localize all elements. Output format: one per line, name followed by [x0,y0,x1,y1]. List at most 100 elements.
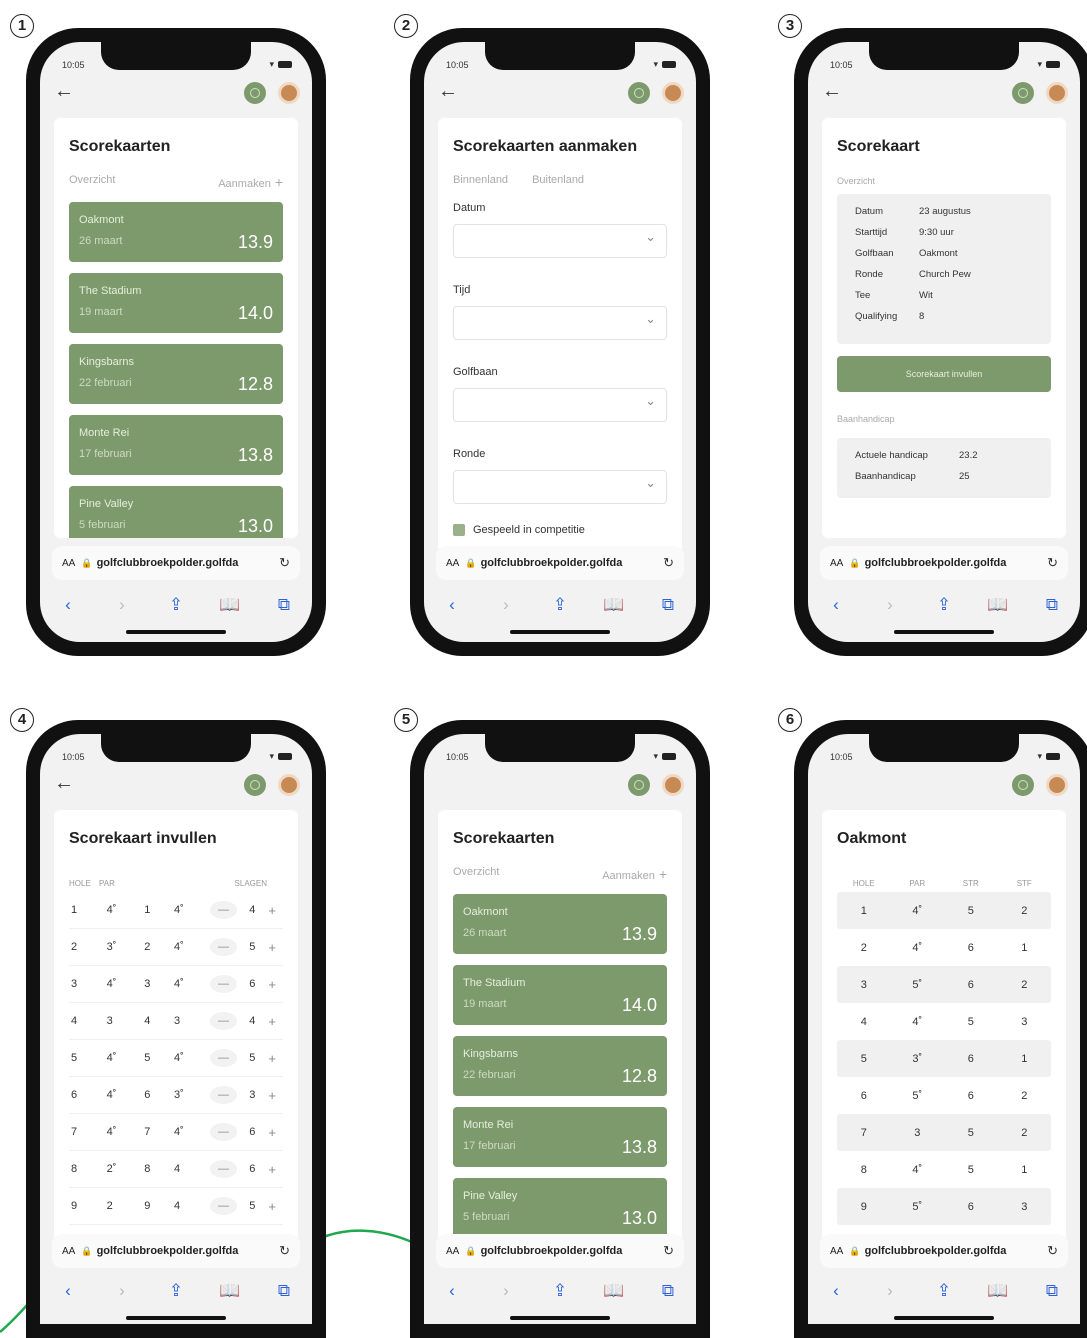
competition-checkbox[interactable] [453,524,465,536]
fill-scorecard-button[interactable]: Scorekaart invullen [837,356,1051,392]
tab-domestic[interactable]: Binnenland [453,174,508,186]
scorecard-item[interactable]: The Stadium 19 maart 14.0 [69,273,283,333]
tabs-icon[interactable]: ⧉ [272,595,296,615]
increment-button[interactable]: + [261,903,283,918]
competition-checkbox-row[interactable]: Gespeeld in competitie [453,524,585,536]
course-select[interactable] [453,388,667,422]
tabs-icon[interactable]: ⧉ [1040,1281,1064,1301]
create-link[interactable]: Aanmaken + [602,866,667,882]
avatar[interactable] [278,82,300,104]
club-logo-icon[interactable] [1012,82,1034,104]
create-link[interactable]: Aanmaken + [218,174,283,190]
decrement-button[interactable]: — [209,901,238,919]
back-arrow-icon[interactable]: ← [54,80,74,103]
scorecard-item[interactable]: Pine Valley 5 februari 13.0 [453,1178,667,1238]
decrement-button[interactable]: — [209,938,238,956]
share-icon[interactable]: ⇪ [548,595,572,615]
browser-url-bar[interactable]: AA 🔒 golfclubbroekpolder.golfda ↻ [52,1234,300,1268]
reload-icon[interactable]: ↻ [279,555,290,571]
forward-icon[interactable]: › [494,595,518,615]
tab-abroad[interactable]: Buitenland [532,174,584,186]
avatar[interactable] [278,774,300,796]
browser-url-bar[interactable]: AA 🔒 golfclubbroekpolder.golfda ↻ [820,546,1068,580]
increment-button[interactable]: + [261,1014,283,1029]
bookmarks-icon[interactable]: 📖 [218,595,242,615]
forward-icon[interactable]: › [494,1281,518,1301]
scorecard-item[interactable]: Monte Rei 17 februari 13.8 [69,415,283,475]
back-icon[interactable]: ‹ [56,595,80,615]
avatar[interactable] [1046,774,1068,796]
text-size-button[interactable]: AA [62,1246,75,1257]
club-logo-icon[interactable] [244,82,266,104]
scorecard-item[interactable]: Kingsbarns 22 februari 12.8 [453,1036,667,1096]
bookmarks-icon[interactable]: 📖 [986,1281,1010,1301]
back-icon[interactable]: ‹ [440,595,464,615]
increment-button[interactable]: + [261,1125,283,1140]
decrement-button[interactable]: — [209,1012,238,1030]
share-icon[interactable]: ⇪ [164,1281,188,1301]
scorecard-item[interactable]: Monte Rei 17 februari 13.8 [453,1107,667,1167]
increment-button[interactable]: + [261,1162,283,1177]
reload-icon[interactable]: ↻ [1047,555,1058,571]
reload-icon[interactable]: ↻ [663,555,674,571]
club-logo-icon[interactable] [1012,774,1034,796]
reload-icon[interactable]: ↻ [279,1243,290,1259]
round-select[interactable] [453,470,667,504]
increment-button[interactable]: + [261,977,283,992]
reload-icon[interactable]: ↻ [1047,1243,1058,1259]
scorecard-item[interactable]: Pine Valley 5 februari 13.0 [69,486,283,538]
text-size-button[interactable]: AA [62,558,75,569]
bookmarks-icon[interactable]: 📖 [602,1281,626,1301]
back-icon[interactable]: ‹ [440,1281,464,1301]
back-icon[interactable]: ‹ [824,595,848,615]
decrement-button[interactable]: — [209,1197,238,1215]
scorecard-item[interactable]: Kingsbarns 22 februari 12.8 [69,344,283,404]
bookmarks-icon[interactable]: 📖 [986,595,1010,615]
forward-icon[interactable]: › [110,595,134,615]
share-icon[interactable]: ⇪ [932,595,956,615]
browser-url-bar[interactable]: AA 🔒 golfclubbroekpolder.golfda ↻ [820,1234,1068,1268]
scorecard-item[interactable]: Oakmont 26 maart 13.9 [69,202,283,262]
time-select[interactable] [453,306,667,340]
text-size-button[interactable]: AA [830,558,843,569]
browser-url-bar[interactable]: AA 🔒 golfclubbroekpolder.golfda ↻ [436,546,684,580]
tabs-icon[interactable]: ⧉ [1040,595,1064,615]
club-logo-icon[interactable] [628,774,650,796]
back-icon[interactable]: ‹ [824,1281,848,1301]
forward-icon[interactable]: › [110,1281,134,1301]
browser-url-bar[interactable]: AA 🔒 golfclubbroekpolder.golfda ↻ [436,1234,684,1268]
club-logo-icon[interactable] [244,774,266,796]
reload-icon[interactable]: ↻ [663,1243,674,1259]
tabs-icon[interactable]: ⧉ [656,1281,680,1301]
browser-url-bar[interactable]: AA 🔒 golfclubbroekpolder.golfda ↻ [52,546,300,580]
bookmarks-icon[interactable]: 📖 [602,595,626,615]
back-arrow-icon[interactable]: ← [54,772,74,795]
decrement-button[interactable]: — [209,975,238,993]
text-size-button[interactable]: AA [446,558,459,569]
back-arrow-icon[interactable]: ← [822,80,842,103]
decrement-button[interactable]: — [209,1086,238,1104]
increment-button[interactable]: + [261,940,283,955]
share-icon[interactable]: ⇪ [932,1281,956,1301]
date-select[interactable] [453,224,667,258]
avatar[interactable] [662,774,684,796]
decrement-button[interactable]: — [209,1160,238,1178]
avatar[interactable] [1046,82,1068,104]
text-size-button[interactable]: AA [830,1246,843,1257]
decrement-button[interactable]: — [209,1123,238,1141]
increment-button[interactable]: + [261,1088,283,1103]
scorecard-item[interactable]: The Stadium 19 maart 14.0 [453,965,667,1025]
share-icon[interactable]: ⇪ [164,595,188,615]
forward-icon[interactable]: › [878,1281,902,1301]
decrement-button[interactable]: — [209,1049,238,1067]
increment-button[interactable]: + [261,1199,283,1214]
forward-icon[interactable]: › [878,595,902,615]
increment-button[interactable]: + [261,1051,283,1066]
back-arrow-icon[interactable]: ← [438,80,458,103]
text-size-button[interactable]: AA [446,1246,459,1257]
bookmarks-icon[interactable]: 📖 [218,1281,242,1301]
tabs-icon[interactable]: ⧉ [272,1281,296,1301]
tabs-icon[interactable]: ⧉ [656,595,680,615]
scorecard-item[interactable]: Oakmont 26 maart 13.9 [453,894,667,954]
back-icon[interactable]: ‹ [56,1281,80,1301]
